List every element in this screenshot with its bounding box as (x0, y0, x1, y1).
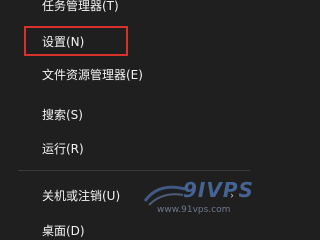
menu-item-label: 文件资源管理器(E) (42, 68, 143, 82)
menu-item-label: 任务管理器(T) (42, 0, 119, 13)
chevron-right-icon: › (230, 190, 234, 202)
menu-item-run[interactable]: 运行(R) (0, 131, 268, 167)
menu-item-search[interactable]: 搜索(S) (0, 97, 268, 133)
menu-item-label: 运行(R) (42, 142, 84, 156)
menu-separator (18, 170, 250, 171)
menu-item-label: 桌面(D) (42, 224, 85, 238)
menu-item-file-explorer[interactable]: 文件资源管理器(E) (0, 57, 268, 93)
menu-item-desktop[interactable]: 桌面(D) (0, 213, 268, 240)
context-menu: 任务管理器(T) 设置(N) 文件资源管理器(E) 搜索(S) 运行(R) 关机… (0, 0, 268, 240)
menu-item-label: 关机或注销(U) (42, 189, 121, 203)
menu-item-shutdown-signout[interactable]: 关机或注销(U) › (0, 178, 268, 214)
menu-item-task-manager[interactable]: 任务管理器(T) (0, 0, 268, 24)
menu-item-settings[interactable]: 设置(N) (0, 24, 268, 60)
menu-item-label: 搜索(S) (42, 108, 83, 122)
menu-item-label: 设置(N) (42, 35, 85, 49)
